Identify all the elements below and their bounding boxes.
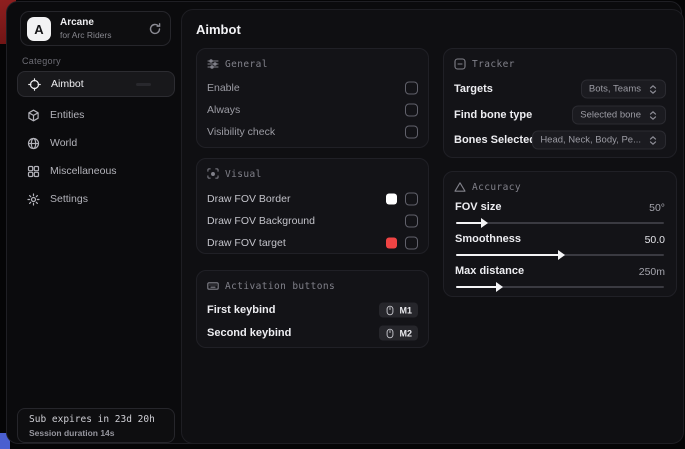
mouse-icon	[385, 305, 395, 315]
setting-row: Enable	[207, 78, 419, 98]
app-window: A Arcane for Arc Riders Category Aimbot	[6, 1, 682, 444]
sliders-icon	[207, 58, 219, 70]
visibility-check-checkbox[interactable]	[405, 126, 418, 139]
sidebar-item-label: World	[50, 137, 77, 149]
find-bone-type-select[interactable]: Selected bone	[572, 106, 666, 125]
panel-tracker: Tracker Targets Bots, Teams Find bone ty…	[443, 48, 677, 158]
setting-row: Always	[207, 100, 419, 120]
sidebar-item-label: Entities	[50, 109, 84, 121]
fov-border-color-swatch[interactable]	[386, 194, 397, 205]
grid-icon	[27, 165, 40, 178]
slider-thumb[interactable]	[558, 250, 565, 260]
sidebar-item-label: Miscellaneous	[50, 165, 117, 177]
panel-accuracy-header: Accuracy	[454, 181, 521, 193]
sidebar-item-label: Settings	[50, 193, 88, 205]
setting-label: Always	[207, 104, 240, 116]
chevrons-up-down-icon	[648, 84, 658, 94]
bones-selected-select[interactable]: Head, Neck, Body, Pe...	[532, 131, 666, 150]
setting-row: First keybind M1	[207, 300, 419, 320]
sidebar-item-aimbot[interactable]: Aimbot	[17, 71, 175, 97]
desktop: A Arcane for Arc Riders Category Aimbot	[0, 0, 685, 449]
max-distance-slider[interactable]	[456, 283, 664, 291]
sub-expires-text: Sub expires in 23d 20h	[29, 414, 155, 425]
refresh-icon[interactable]	[148, 22, 162, 36]
globe-icon	[27, 137, 40, 150]
setting-label: Find bone type	[454, 109, 532, 121]
slider-label: Max distance	[455, 265, 524, 277]
mouse-icon	[385, 328, 395, 338]
slider-value: 250m	[639, 266, 665, 278]
slider-value: 50.0	[645, 234, 665, 246]
faint-indicator	[136, 83, 151, 86]
app-subtitle: for Arc Riders	[60, 30, 112, 40]
setting-row: Targets Bots, Teams	[454, 79, 667, 99]
slider-thumb[interactable]	[496, 282, 503, 292]
always-checkbox[interactable]	[405, 104, 418, 117]
subscription-card: Sub expires in 23d 20h Session duration …	[17, 408, 175, 443]
triangle-icon	[454, 181, 466, 193]
setting-label: Second keybind	[207, 327, 291, 339]
slider-fill	[456, 222, 483, 224]
fov-size-slider[interactable]	[456, 219, 664, 227]
panel-general: General Enable Always Visibility check	[196, 48, 429, 148]
first-keybind-button[interactable]: M1	[379, 303, 418, 318]
app-name: Arcane	[60, 17, 94, 28]
smoothness-slider[interactable]	[456, 251, 664, 259]
slider-label: FOV size	[455, 201, 501, 213]
category-label: Category	[22, 56, 61, 66]
session-duration-text: Session duration 14s	[29, 428, 115, 438]
keyboard-icon	[207, 280, 219, 292]
chevrons-up-down-icon	[648, 135, 658, 145]
slider-label: Smoothness	[455, 233, 521, 245]
setting-row: Visibility check	[207, 122, 419, 142]
slider-value: 50°	[649, 202, 665, 214]
setting-label: Draw FOV Border	[207, 193, 290, 205]
setting-row: Second keybind M2	[207, 323, 419, 343]
cube-icon	[27, 109, 40, 122]
panel-general-header: General	[207, 58, 268, 70]
app-logo: A	[27, 17, 51, 41]
enable-checkbox[interactable]	[405, 82, 418, 95]
panel-activation-header: Activation buttons	[207, 280, 335, 292]
setting-label: Visibility check	[207, 126, 275, 138]
sidebar-item-world[interactable]: World	[17, 131, 175, 155]
fov-background-checkbox[interactable]	[405, 215, 418, 228]
sidebar-item-settings[interactable]: Settings	[17, 187, 175, 211]
setting-row: Find bone type Selected bone	[454, 105, 667, 125]
setting-label: Targets	[454, 83, 493, 95]
targets-select[interactable]: Bots, Teams	[581, 80, 666, 99]
crosshair-icon	[28, 78, 41, 91]
focus-icon	[454, 58, 466, 70]
app-header-card: A Arcane for Arc Riders	[20, 11, 171, 46]
panel-visual: Visual Draw FOV Border Draw FOV Backgrou…	[196, 158, 429, 254]
main-content: Aimbot General Enable Always	[181, 9, 684, 444]
sidebar-item-label: Aimbot	[51, 78, 84, 90]
setting-label: Enable	[207, 82, 240, 94]
scan-eye-icon	[207, 168, 219, 180]
sidebar-item-miscellaneous[interactable]: Miscellaneous	[17, 159, 175, 183]
second-keybind-button[interactable]: M2	[379, 326, 418, 341]
setting-label: First keybind	[207, 304, 275, 316]
panel-visual-header: Visual	[207, 168, 262, 180]
setting-row: Bones Selected Head, Neck, Body, Pe...	[454, 130, 667, 150]
setting-label: Draw FOV target	[207, 237, 286, 249]
slider-fill	[456, 286, 498, 288]
chevrons-up-down-icon	[648, 110, 658, 120]
fov-target-checkbox[interactable]	[405, 237, 418, 250]
panel-tracker-header: Tracker	[454, 58, 515, 70]
slider-thumb[interactable]	[481, 218, 488, 228]
setting-row: Draw FOV Background	[207, 211, 419, 231]
setting-row: Draw FOV target	[207, 233, 419, 253]
gear-icon	[27, 193, 40, 206]
panel-accuracy: Accuracy FOV size 50° Smoothness 50.0 Ma…	[443, 171, 677, 297]
fov-target-color-swatch[interactable]	[386, 238, 397, 249]
setting-row: Draw FOV Border	[207, 189, 419, 209]
slider-fill	[456, 254, 560, 256]
sidebar-item-entities[interactable]: Entities	[17, 103, 175, 127]
setting-label: Bones Selected	[454, 134, 536, 146]
panel-activation: Activation buttons First keybind M1 Seco…	[196, 270, 429, 348]
setting-label: Draw FOV Background	[207, 215, 315, 227]
page-title: Aimbot	[196, 22, 241, 37]
fov-border-checkbox[interactable]	[405, 193, 418, 206]
